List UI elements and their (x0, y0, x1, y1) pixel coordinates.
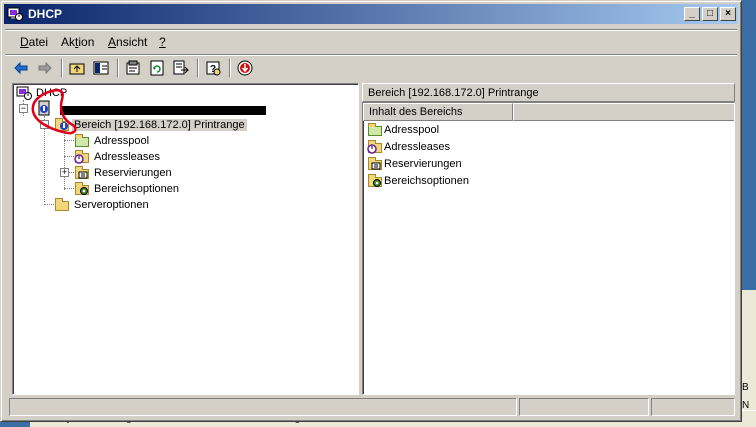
red-annotation-circle (31, 88, 77, 135)
tree-item-label: Bereichsoptionen (94, 183, 180, 195)
status-cell-2 (519, 398, 649, 416)
tree-item-label: Serveroptionen (74, 199, 149, 211)
menu-ansicht[interactable]: Ansicht (108, 35, 147, 49)
list-item-label: Adresspool (384, 124, 440, 136)
options-folder-icon (74, 181, 90, 197)
list-item-label: Bereichsoptionen (384, 175, 470, 187)
list-item-reservierungen[interactable]: Reservierungen (367, 156, 462, 172)
folder-icon (54, 197, 70, 213)
list-item-adressleases[interactable]: Adressleases (367, 139, 450, 155)
tree-item-serveroptionen[interactable]: Serveroptionen (54, 197, 151, 213)
dhcp-window: DHCP _ □ × Datei Aktion Ansicht ? ? DHCP… (0, 0, 742, 422)
menubar-divider (5, 29, 737, 31)
tree-connector (64, 156, 74, 157)
maximize-button[interactable]: □ (702, 7, 718, 21)
help-icon[interactable]: ? (203, 58, 223, 78)
right-pane-header: Bereich [192.168.172.0] Printrange (362, 83, 735, 102)
show-hide-tree-icon[interactable] (91, 58, 111, 78)
tree-pane[interactable]: DHCP − − Bereich [192.168.172.0] Printra… (12, 83, 359, 395)
lease-clock-icon (367, 139, 383, 155)
reservations-folder-icon (74, 165, 90, 181)
column-header-inhalt[interactable]: Inhalt des Bereichs (363, 103, 513, 121)
status-bar (5, 397, 737, 417)
minimize-button[interactable]: _ (684, 7, 700, 21)
dhcp-app-icon (7, 7, 23, 21)
tree-item-bereichsoptionen[interactable]: Bereichsoptionen (74, 181, 181, 197)
column-header-empty[interactable] (513, 103, 734, 121)
folder-icon (367, 122, 383, 138)
list-item-adresspool[interactable]: Adresspool (367, 122, 439, 138)
background-letter: B (742, 382, 749, 393)
list-item-label: Adressleases (384, 141, 451, 153)
list-item-label: Reservierungen (384, 158, 462, 170)
toolbar-divider (5, 54, 737, 56)
tree-item-label: Reservierungen (94, 167, 172, 179)
tree-item-reservierungen[interactable]: Reservierungen (74, 165, 174, 181)
tree-item-adressleases[interactable]: Adressleases (74, 149, 162, 165)
list-pane[interactable]: Inhalt des Bereichs Adresspool Adresslea… (362, 102, 735, 395)
tree-item-label: Bereich [192.168.172.0] Printrange (72, 119, 247, 131)
refresh-icon[interactable] (147, 58, 167, 78)
title-bar[interactable]: DHCP _ □ × (4, 4, 738, 24)
expand-toggle[interactable]: + (60, 168, 69, 177)
stop-icon[interactable] (235, 58, 255, 78)
back-arrow-icon[interactable] (11, 58, 31, 78)
status-cell-main (9, 398, 517, 416)
toolbar-separator (117, 59, 119, 77)
forward-arrow-icon[interactable] (35, 58, 55, 78)
reservations-folder-icon (367, 156, 383, 172)
background-window-edge: B N (740, 290, 756, 427)
list-item-bereichsoptionen[interactable]: Bereichsoptionen (367, 173, 469, 189)
toolbar: ? (7, 57, 737, 79)
export-list-icon[interactable] (171, 58, 191, 78)
status-cell-3 (651, 398, 735, 416)
toolbar-separator (229, 59, 231, 77)
options-folder-icon (367, 173, 383, 189)
tree-item-label: Adressleases (94, 151, 161, 163)
menu-help[interactable]: ? (159, 35, 166, 49)
menu-aktion[interactable]: Aktion (61, 35, 94, 49)
tree-connector (64, 188, 74, 189)
toolbar-separator (197, 59, 199, 77)
lease-clock-icon (74, 149, 90, 165)
menu-datei[interactable]: Datei (20, 35, 48, 49)
properties-icon[interactable] (123, 58, 143, 78)
close-button[interactable]: × (720, 7, 736, 21)
toolbar-separator (61, 59, 63, 77)
window-title: DHCP (28, 7, 63, 21)
up-folder-icon[interactable] (67, 58, 87, 78)
tree-connector (44, 204, 54, 205)
tree-item-label: Adresspool (94, 135, 150, 147)
